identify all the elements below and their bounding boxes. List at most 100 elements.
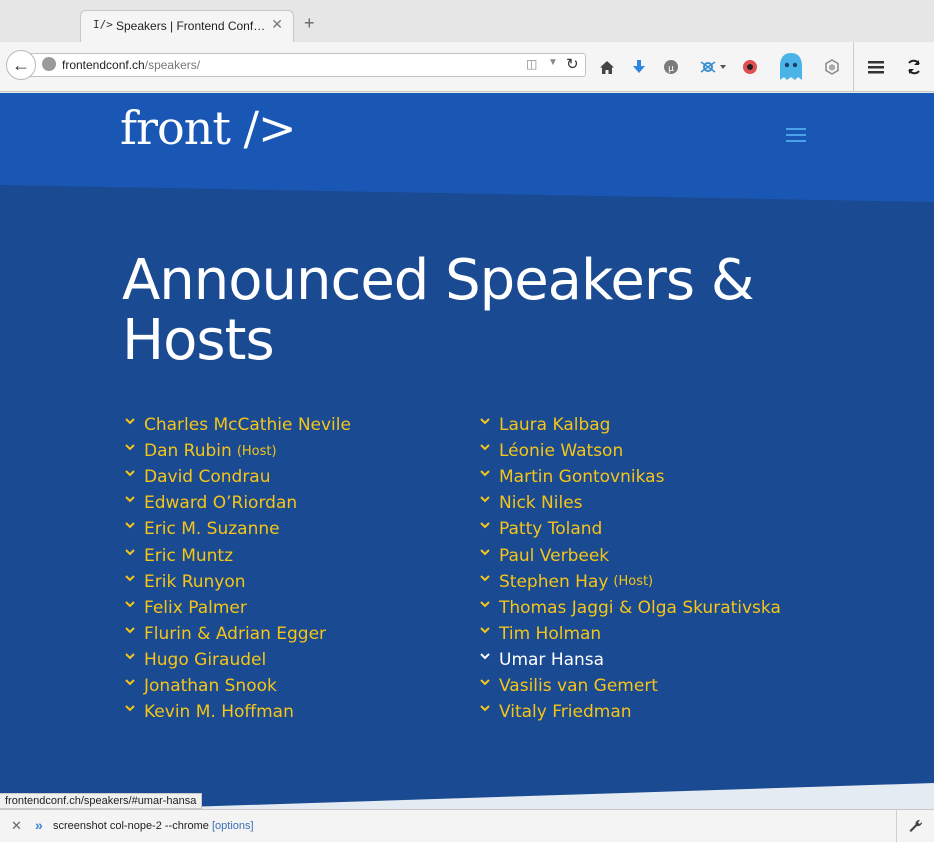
status-url: frontendconf.ch/speakers/#umar-hansa bbox=[0, 793, 203, 809]
ghostery-icon[interactable] bbox=[777, 51, 805, 83]
speaker-item[interactable]: Thomas Jaggi & Olga Skurativska bbox=[477, 595, 781, 621]
speaker-item[interactable]: David Condrau bbox=[122, 464, 351, 490]
devtools-prompt-icon: » bbox=[35, 817, 43, 833]
speaker-item[interactable]: Hugo Giraudel bbox=[122, 647, 351, 673]
speaker-name[interactable]: Eric M. Suzanne bbox=[144, 519, 280, 539]
speaker-item[interactable]: Vasilis van Gemert bbox=[477, 673, 781, 699]
speaker-name[interactable]: Nick Niles bbox=[499, 493, 583, 513]
chevron-down-icon bbox=[125, 679, 135, 689]
download-icon[interactable] bbox=[630, 56, 648, 78]
url-bar[interactable]: frontendconf.ch/speakers/ ◫ ▼ ↻ bbox=[30, 53, 586, 77]
ublock-icon[interactable]: µ bbox=[662, 56, 680, 78]
site-menu-icon[interactable] bbox=[786, 128, 806, 142]
home-icon[interactable] bbox=[598, 56, 616, 78]
chevron-down-icon bbox=[480, 470, 490, 480]
network-icon[interactable] bbox=[698, 56, 728, 78]
developer-toolbar: ✕ » screenshot col-nope-2 --chrome [opti… bbox=[0, 809, 934, 842]
chevron-down-icon bbox=[480, 679, 490, 689]
url-text[interactable]: frontendconf.ch/speakers/ bbox=[62, 58, 200, 72]
speaker-item[interactable]: Paul Verbeek bbox=[477, 542, 781, 568]
hamburger-menu-icon[interactable] bbox=[866, 56, 886, 78]
page-title: Announced Speakers & Hosts bbox=[122, 248, 755, 373]
speaker-name[interactable]: Edward O’Riordan bbox=[144, 493, 297, 513]
speaker-item[interactable]: Patty Toland bbox=[477, 516, 781, 542]
extension-hex-icon[interactable] bbox=[823, 56, 841, 78]
speaker-name[interactable]: Jonathan Snook bbox=[144, 676, 277, 696]
chevron-down-icon bbox=[125, 522, 135, 532]
chevron-down-icon bbox=[125, 653, 135, 663]
speaker-item[interactable]: Nick Niles bbox=[477, 490, 781, 516]
speaker-name[interactable]: Stephen Hay bbox=[499, 572, 608, 592]
speaker-name[interactable]: Laura Kalbag bbox=[499, 415, 610, 435]
chevron-down-icon bbox=[480, 548, 490, 559]
back-button[interactable]: ← bbox=[6, 50, 36, 80]
speaker-name[interactable]: Paul Verbeek bbox=[499, 546, 609, 566]
speaker-name[interactable]: David Condrau bbox=[144, 467, 271, 487]
speaker-name[interactable]: Léonie Watson bbox=[499, 441, 623, 461]
speaker-item[interactable]: Flurin & Adrian Egger bbox=[122, 621, 351, 647]
speaker-item[interactable]: Umar Hansa bbox=[477, 647, 781, 673]
chevron-down-icon bbox=[125, 548, 135, 559]
speaker-item[interactable]: Tim Holman bbox=[477, 621, 781, 647]
speaker-name[interactable]: Vitaly Friedman bbox=[499, 702, 632, 722]
chevron-down-icon bbox=[125, 470, 135, 480]
speaker-item[interactable]: Léonie Watson bbox=[477, 438, 781, 464]
tab-title: Speakers | Frontend Conference Zurich bbox=[116, 19, 266, 33]
speaker-name[interactable]: Dan Rubin bbox=[144, 441, 232, 461]
speaker-item[interactable]: Laura Kalbag bbox=[477, 412, 781, 438]
speaker-item[interactable]: Charles McCathie Nevile bbox=[122, 412, 351, 438]
speaker-name[interactable]: Eric Muntz bbox=[144, 546, 233, 566]
back-arrow-icon: ← bbox=[12, 54, 30, 75]
speaker-item[interactable]: Vitaly Friedman bbox=[477, 699, 781, 725]
speaker-name[interactable]: Kevin M. Hoffman bbox=[144, 702, 294, 722]
devtools-options-link[interactable]: [options] bbox=[212, 820, 254, 832]
devtools-close-icon[interactable]: ✕ bbox=[11, 818, 22, 834]
speaker-item[interactable]: Edward O’Riordan bbox=[122, 490, 351, 516]
speaker-name[interactable]: Thomas Jaggi & Olga Skurativska bbox=[499, 598, 781, 618]
wrench-icon[interactable] bbox=[896, 810, 934, 842]
chevron-down-icon bbox=[480, 444, 490, 454]
speaker-name[interactable]: Erik Runyon bbox=[144, 572, 246, 592]
addon-red-icon[interactable] bbox=[741, 56, 759, 78]
speaker-name[interactable]: Martin Gontovnikas bbox=[499, 467, 664, 487]
globe-icon bbox=[42, 57, 56, 71]
speaker-name[interactable]: Umar Hansa bbox=[499, 650, 604, 670]
speaker-item[interactable]: Eric Muntz bbox=[122, 542, 351, 568]
speaker-item[interactable]: Erik Runyon bbox=[122, 569, 351, 595]
speaker-name[interactable]: Flurin & Adrian Egger bbox=[144, 624, 326, 644]
tab-close-icon[interactable]: ✕ bbox=[271, 16, 283, 33]
toolbar-divider bbox=[853, 42, 854, 92]
tab-strip: I/> Speakers | Frontend Conference Zuric… bbox=[0, 0, 934, 42]
history-dropdown-icon[interactable]: ▼ bbox=[548, 57, 558, 68]
speaker-name[interactable]: Tim Holman bbox=[499, 624, 601, 644]
speaker-item[interactable]: Stephen Hay (Host) bbox=[477, 569, 781, 595]
speaker-item[interactable]: Dan Rubin (Host) bbox=[122, 438, 351, 464]
browser-tab-speakers[interactable]: I/> Speakers | Frontend Conference Zuric… bbox=[80, 10, 294, 42]
speaker-name[interactable]: Vasilis van Gemert bbox=[499, 676, 658, 696]
speaker-name[interactable]: Felix Palmer bbox=[144, 598, 247, 618]
tab-favicon: I/> bbox=[93, 18, 113, 31]
reader-view-icon[interactable]: ◫ bbox=[526, 57, 537, 71]
speaker-item[interactable]: Felix Palmer bbox=[122, 595, 351, 621]
speaker-name[interactable]: Patty Toland bbox=[499, 519, 602, 539]
speaker-name[interactable]: Charles McCathie Nevile bbox=[144, 415, 351, 435]
reload-icon[interactable]: ↻ bbox=[566, 55, 579, 73]
speaker-item[interactable]: Kevin M. Hoffman bbox=[122, 699, 351, 725]
navigation-toolbar: frontendconf.ch/speakers/ ◫ ▼ ↻ ← µ bbox=[0, 42, 934, 92]
chevron-down-icon bbox=[125, 600, 135, 611]
chevron-down-icon bbox=[480, 600, 490, 611]
chevron-down-icon bbox=[125, 418, 135, 428]
speaker-role: (Host) bbox=[613, 574, 654, 590]
sync-icon[interactable] bbox=[904, 56, 924, 78]
speaker-name[interactable]: Hugo Giraudel bbox=[144, 650, 266, 670]
devtools-command-input[interactable]: screenshot col-nope-2 --chrome [options] bbox=[53, 820, 254, 832]
chevron-down-icon bbox=[480, 653, 490, 663]
site-logo[interactable]: front /> bbox=[120, 101, 296, 155]
new-tab-button[interactable]: + bbox=[304, 13, 315, 34]
chevron-down-icon bbox=[125, 444, 135, 454]
speaker-item[interactable]: Eric M. Suzanne bbox=[122, 516, 351, 542]
speaker-item[interactable]: Martin Gontovnikas bbox=[477, 464, 781, 490]
speaker-item[interactable]: Jonathan Snook bbox=[122, 673, 351, 699]
svg-text:µ: µ bbox=[668, 64, 674, 74]
chevron-down-icon bbox=[480, 418, 490, 428]
